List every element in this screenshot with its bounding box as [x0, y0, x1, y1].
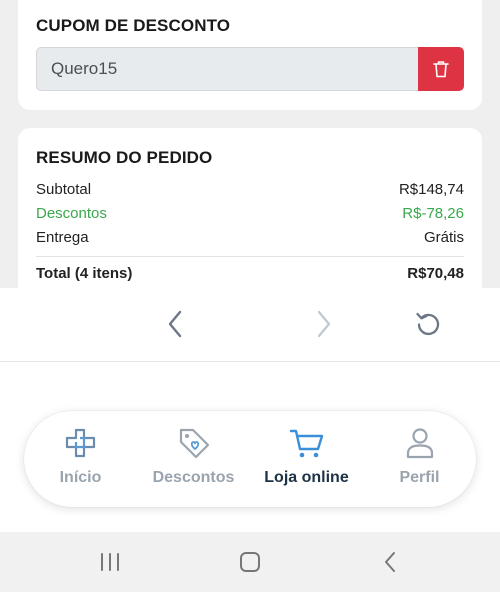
- tag-heart-icon: [179, 428, 209, 459]
- browser-navigation-bar: [0, 288, 500, 362]
- coupon-card: CUPOM DE DESCONTO: [18, 0, 482, 110]
- trash-icon: [433, 61, 449, 78]
- tab-label: Perfil: [399, 469, 440, 486]
- cart-icon: [289, 429, 323, 458]
- discount-label: Descontos: [36, 205, 107, 222]
- remove-coupon-button[interactable]: [418, 47, 464, 91]
- summary-divider: [36, 256, 464, 257]
- discount-value: R$-78,26: [402, 205, 464, 222]
- delivery-row: Entrega Grátis: [36, 229, 464, 246]
- order-summary-card: RESUMO DO PEDIDO Subtotal R$148,74 Desco…: [18, 128, 482, 288]
- tab-label: Início: [59, 469, 102, 486]
- chevron-left-icon: [168, 310, 182, 338]
- delivery-label: Entrega: [36, 229, 89, 246]
- chevron-right-icon: [317, 310, 331, 338]
- home-square-icon: [240, 552, 260, 572]
- back-chevron-icon: [385, 552, 395, 572]
- tab-perfil[interactable]: Perfil: [363, 411, 476, 507]
- back-button[interactable]: [157, 306, 193, 342]
- home-button[interactable]: [232, 546, 268, 578]
- system-back-button[interactable]: [372, 546, 408, 578]
- system-navigation-bar: [0, 532, 500, 592]
- home-cross-icon: [65, 428, 95, 458]
- coupon-title: CUPOM DE DESCONTO: [36, 16, 231, 35]
- delivery-value: Grátis: [423, 229, 464, 246]
- user-icon: [406, 428, 433, 459]
- total-row: Total (4 itens) R$70,48: [36, 265, 464, 282]
- recent-apps-button[interactable]: [92, 546, 128, 578]
- tab-label: Loja online: [264, 469, 349, 486]
- checkout-area: CUPOM DE DESCONTO RESUMO DO PEDIDO Subto…: [0, 0, 500, 288]
- bottom-tab-bar: Início Descontos Loja online Perfil: [24, 411, 476, 507]
- forward-button[interactable]: [306, 306, 342, 342]
- recent-apps-icon: [101, 553, 119, 571]
- discount-row: Descontos R$-78,26: [36, 205, 464, 222]
- subtotal-row: Subtotal R$148,74: [36, 181, 464, 198]
- tab-descontos[interactable]: Descontos: [137, 411, 250, 507]
- tab-label: Descontos: [152, 469, 235, 486]
- total-label: Total (4 itens): [36, 265, 133, 282]
- reload-button[interactable]: [410, 306, 446, 342]
- subtotal-value: R$148,74: [398, 181, 464, 198]
- summary-title: RESUMO DO PEDIDO: [36, 148, 213, 167]
- tab-inicio[interactable]: Início: [24, 411, 137, 507]
- reload-icon: [416, 312, 440, 336]
- coupon-input[interactable]: [36, 47, 436, 91]
- total-value: R$70,48: [407, 265, 464, 282]
- subtotal-label: Subtotal: [36, 181, 92, 198]
- tab-loja-online[interactable]: Loja online: [250, 411, 363, 507]
